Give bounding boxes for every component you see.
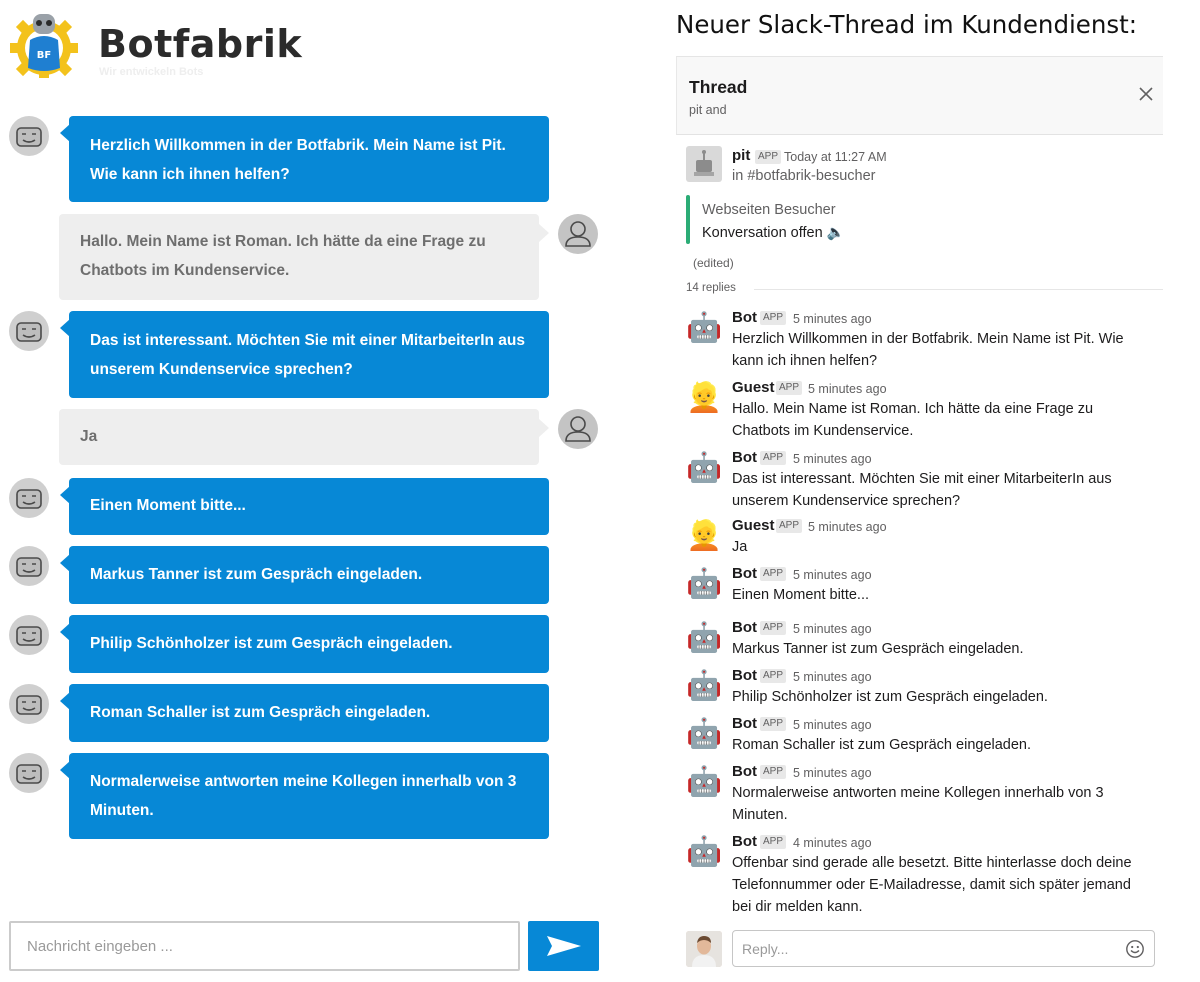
app-badge: APP <box>760 765 787 779</box>
reply-time[interactable]: 5 minutes ago <box>793 312 872 326</box>
bot-message: Philip Schönholzer ist zum Gespräch eing… <box>60 615 549 673</box>
bot-avatar <box>9 478 49 518</box>
section-heading: Neuer Slack-Thread im Kundendienst: <box>676 10 1138 39</box>
reply-text: Roman Schaller ist zum Gespräch eingelad… <box>732 737 1032 753</box>
robot-icon: 🤖 <box>686 452 723 484</box>
bot-message: Roman Schaller ist zum Gespräch eingelad… <box>60 684 549 742</box>
reply-text: Offenbar sind gerade alle besetzt. Bitte… <box>732 855 1132 915</box>
thread-header: Thread pit and <box>676 56 1163 135</box>
app-badge: APP <box>760 451 787 465</box>
reply-text: Normalerweise antworten meine Kollegen i… <box>732 785 1104 823</box>
reply-sender[interactable]: Bot <box>732 565 757 582</box>
reply-sender[interactable]: Guest <box>732 517 775 534</box>
app-badge: APP <box>776 519 803 533</box>
pit-app-icon <box>686 146 722 182</box>
bot-message: Herzlich Willkommen in der Botfabrik. Me… <box>60 116 549 202</box>
robot-icon: 🤖 <box>686 718 723 750</box>
attachment-text: Konversation offen 🔈 <box>702 225 845 241</box>
app-badge: APP <box>760 567 787 581</box>
attachment-title: Webseiten Besucher <box>702 202 836 218</box>
channel-link[interactable]: in #botfabrik-besucher <box>732 168 875 184</box>
slack-thread-screenshot: Neuer Slack-Thread im Kundendienst: Thre… <box>610 0 1200 982</box>
app-badge: APP <box>776 381 803 395</box>
bot-avatar <box>9 753 49 793</box>
parent-time[interactable]: Today at 11:27 AM <box>784 150 887 164</box>
parent-sender[interactable]: pit <box>732 147 750 164</box>
reply-sender[interactable]: Bot <box>732 833 757 850</box>
app-badge: APP <box>760 621 787 635</box>
reply-sender[interactable]: Bot <box>732 715 757 732</box>
reply-text: Das ist interessant. Möchten Sie mit ein… <box>732 471 1112 509</box>
bot-message: Normalerweise antworten meine Kollegen i… <box>60 753 549 839</box>
app-badge: APP <box>755 150 782 164</box>
user-message: Hallo. Mein Name ist Roman. Ich hätte da… <box>59 214 549 300</box>
person-icon: 👱 <box>686 520 723 552</box>
edited-label: (edited) <box>693 256 734 270</box>
reply-time[interactable]: 4 minutes ago <box>793 836 872 850</box>
person-icon: 👱 <box>686 382 723 414</box>
close-icon[interactable] <box>1137 85 1155 103</box>
reply-time[interactable]: 5 minutes ago <box>808 520 887 534</box>
reply-time[interactable]: 5 minutes ago <box>793 766 872 780</box>
bot-avatar <box>9 116 49 156</box>
reply-input[interactable] <box>732 930 1155 967</box>
current-user-avatar <box>686 931 722 967</box>
svg-text:BF: BF <box>37 50 51 61</box>
user-message: Ja <box>59 409 549 465</box>
reply-time[interactable]: 5 minutes ago <box>793 452 872 466</box>
reply-time[interactable]: 5 minutes ago <box>808 382 887 396</box>
reply-sender[interactable]: Bot <box>732 763 757 780</box>
botfabrik-chat-widget: BF Botfabrik Wir entwickeln Bots Herzlic… <box>0 0 610 982</box>
bot-avatar <box>9 615 49 655</box>
reply-time[interactable]: 5 minutes ago <box>793 568 872 582</box>
message-input[interactable] <box>9 921 520 971</box>
bot-message: Markus Tanner ist zum Gespräch eingelade… <box>60 546 549 604</box>
divider <box>754 289 1163 290</box>
brand-name: Botfabrik <box>98 22 303 66</box>
smiley-icon[interactable] <box>1125 939 1145 959</box>
reply-text: Markus Tanner ist zum Gespräch eingelade… <box>732 641 1024 657</box>
reply-sender[interactable]: Bot <box>732 619 757 636</box>
brand-tagline: Wir entwickeln Bots <box>99 66 204 78</box>
send-arrow-icon <box>547 936 581 956</box>
reply-text: Ja <box>732 539 748 555</box>
robot-icon: 🤖 <box>686 568 723 600</box>
reply-sender[interactable]: Bot <box>732 309 757 326</box>
bot-message: Einen Moment bitte... <box>60 478 549 535</box>
bot-avatar <box>9 311 49 351</box>
robot-icon: 🤖 <box>686 622 723 654</box>
reply-text: Einen Moment bitte... <box>732 587 870 603</box>
bot-avatar <box>9 546 49 586</box>
reply-sender[interactable]: Bot <box>732 449 757 466</box>
reply-time[interactable]: 5 minutes ago <box>793 670 872 684</box>
bot-message: Das ist interessant. Möchten Sie mit ein… <box>60 311 549 398</box>
send-button[interactable] <box>528 921 599 971</box>
replies-count: 14 replies <box>686 282 736 294</box>
app-badge: APP <box>760 669 787 683</box>
reply-text: Hallo. Mein Name ist Roman. Ich hätte da… <box>732 401 1094 439</box>
reply-sender[interactable]: Bot <box>732 667 757 684</box>
reply-text: Philip Schönholzer ist zum Gespräch eing… <box>732 689 1048 705</box>
robot-icon: 🤖 <box>686 670 723 702</box>
reply-text: Herzlich Willkommen in der Botfabrik. Me… <box>732 331 1124 369</box>
app-badge: APP <box>760 311 787 325</box>
user-avatar <box>558 409 598 449</box>
app-badge: APP <box>760 835 787 849</box>
reply-time[interactable]: 5 minutes ago <box>793 718 872 732</box>
thread-title: Thread <box>689 77 748 97</box>
reply-sender[interactable]: Guest <box>732 379 775 396</box>
robot-icon: 🤖 <box>686 312 723 344</box>
user-avatar <box>558 214 598 254</box>
bot-avatar <box>9 684 49 724</box>
robot-icon: 🤖 <box>686 766 723 798</box>
thread-subtitle: pit and <box>689 103 727 117</box>
robot-icon: 🤖 <box>686 836 723 868</box>
thread-panel: Thread pit and pit APP Today at 11:27 AM… <box>676 56 1163 976</box>
botfabrik-logo-icon: BF <box>10 14 78 78</box>
app-badge: APP <box>760 717 787 731</box>
reply-time[interactable]: 5 minutes ago <box>793 622 872 636</box>
attachment-bar <box>686 195 690 244</box>
